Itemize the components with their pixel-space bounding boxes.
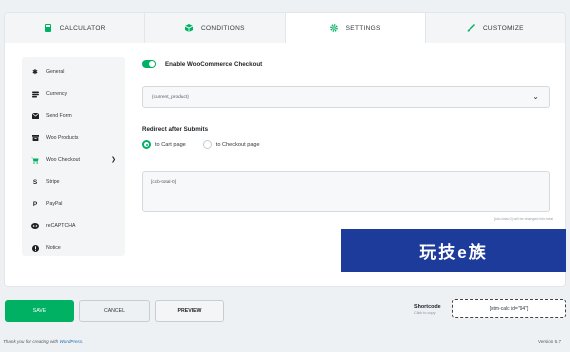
send-icon — [31, 112, 39, 120]
radio-cart-page[interactable] — [142, 140, 151, 149]
thanks-prefix: Thank you for creating with — [3, 339, 60, 344]
watermark-text: 玩技e族 — [419, 243, 488, 262]
recaptcha-icon — [31, 222, 39, 230]
coins-icon — [31, 90, 39, 98]
watermark-banner: 玩技e族 — [341, 229, 566, 272]
sidebar-item-label: General — [46, 69, 65, 75]
tab-label: CONDITIONS — [200, 24, 245, 32]
redirect-options: to Cart page to Checkout page — [142, 140, 277, 149]
thanks-suffix: . — [82, 339, 84, 344]
brush-icon — [467, 24, 475, 32]
redirect-title: Redirect after Submits — [142, 126, 209, 133]
cancel-button[interactable]: CANCEL — [79, 300, 150, 322]
radio-cart-label: to Cart page — [155, 141, 186, 148]
sidebar-item-label: reCAPTCHA — [46, 223, 76, 229]
wordpress-link[interactable]: WordPress — [59, 339, 82, 344]
textarea-hint: [ccb-total-0] will be changed into total — [493, 217, 553, 221]
sidebar-item-label: Notice — [46, 245, 61, 251]
tab-conditions[interactable]: CONDITIONS — [145, 13, 286, 43]
sidebar-item-label: Woo Checkout — [46, 157, 80, 163]
shortcode-value: [stm-calc id="94"] — [489, 305, 529, 312]
tab-label: CUSTOMIZE — [482, 24, 524, 32]
toggle-label: Enable WooCommerce Checkout — [165, 60, 263, 68]
stripe-icon: S — [32, 178, 38, 186]
preview-button[interactable]: PREVIEW — [155, 300, 224, 322]
sidebar-item-recaptcha[interactable]: reCAPTCHA — [22, 215, 125, 237]
enable-woocommerce-checkout-toggle[interactable] — [142, 60, 156, 68]
version-label: Version 5.7 — [538, 339, 561, 344]
textarea-value: [ccb-total-0] — [151, 180, 177, 185]
tab-calculator[interactable]: CALCULATOR — [5, 13, 146, 43]
tab-settings[interactable]: SETTINGS — [285, 13, 426, 43]
tab-customize[interactable]: CUSTOMIZE — [426, 13, 565, 43]
sidebar-item-send-form[interactable]: Send Form — [22, 105, 125, 127]
woo-checkout-settings: Enable WooCommerce Checkout {current_pro… — [138, 57, 553, 221]
box-icon — [31, 134, 39, 142]
sidebar-item-stripe[interactable]: S Stripe — [22, 171, 125, 193]
gear-icon — [329, 24, 338, 32]
enable-checkout-row: Enable WooCommerce Checkout — [138, 57, 550, 71]
product-select[interactable]: {current_product} ⌄ — [142, 86, 550, 108]
product-select-value: {current_product} — [152, 94, 189, 100]
save-button[interactable]: SAVE — [5, 300, 74, 322]
tab-label: SETTINGS — [345, 24, 381, 32]
radio-checkout-page[interactable] — [202, 140, 212, 149]
sidebar-item-notice[interactable]: Notice — [22, 237, 125, 259]
sidebar-item-paypal[interactable]: P PayPal — [22, 193, 125, 215]
calculator-icon — [44, 24, 52, 32]
shortcode-subtitle: Click to copy — [414, 311, 436, 315]
tab-label: CALCULATOR — [59, 24, 106, 32]
settings-sidebar: ✱ General Currency Send Form Woo Product… — [22, 57, 125, 256]
sidebar-item-woo-checkout[interactable]: Woo Checkout ❯ — [22, 149, 125, 171]
sidebar-item-general[interactable]: ✱ General — [22, 61, 125, 83]
cart-icon — [31, 156, 39, 164]
sidebar-item-label: Send Form — [46, 113, 72, 119]
sidebar-item-label: Currency — [46, 91, 68, 97]
info-icon — [31, 244, 39, 252]
chevron-right-icon: ❯ — [110, 157, 116, 163]
sidebar-item-label: Stripe — [46, 179, 60, 185]
radio-checkout-label: to Checkout page — [215, 141, 260, 148]
sidebar-item-woo-products[interactable]: Woo Products — [22, 127, 125, 149]
gear-icon: ✱ — [32, 69, 38, 76]
top-tabs: CALCULATOR CONDITIONS SETTINGS CUSTOMIZE — [4, 12, 566, 43]
cube-icon — [184, 24, 194, 32]
sidebar-item-label: PayPal — [46, 201, 63, 207]
paypal-icon: P — [32, 200, 38, 208]
total-formula-textarea[interactable]: [ccb-total-0] — [142, 171, 550, 212]
footer-thanks: Thank you for creating with WordPress. — [3, 339, 83, 344]
shortcode-label: Shortcode Click to copy — [414, 304, 441, 315]
shortcode-copy-box[interactable]: [stm-calc id="94"] — [452, 299, 566, 318]
sidebar-item-currency[interactable]: Currency — [22, 83, 125, 105]
sidebar-item-label: Woo Products — [46, 135, 79, 141]
chevron-down-icon: ⌄ — [532, 92, 539, 101]
shortcode-title: Shortcode — [414, 304, 441, 310]
